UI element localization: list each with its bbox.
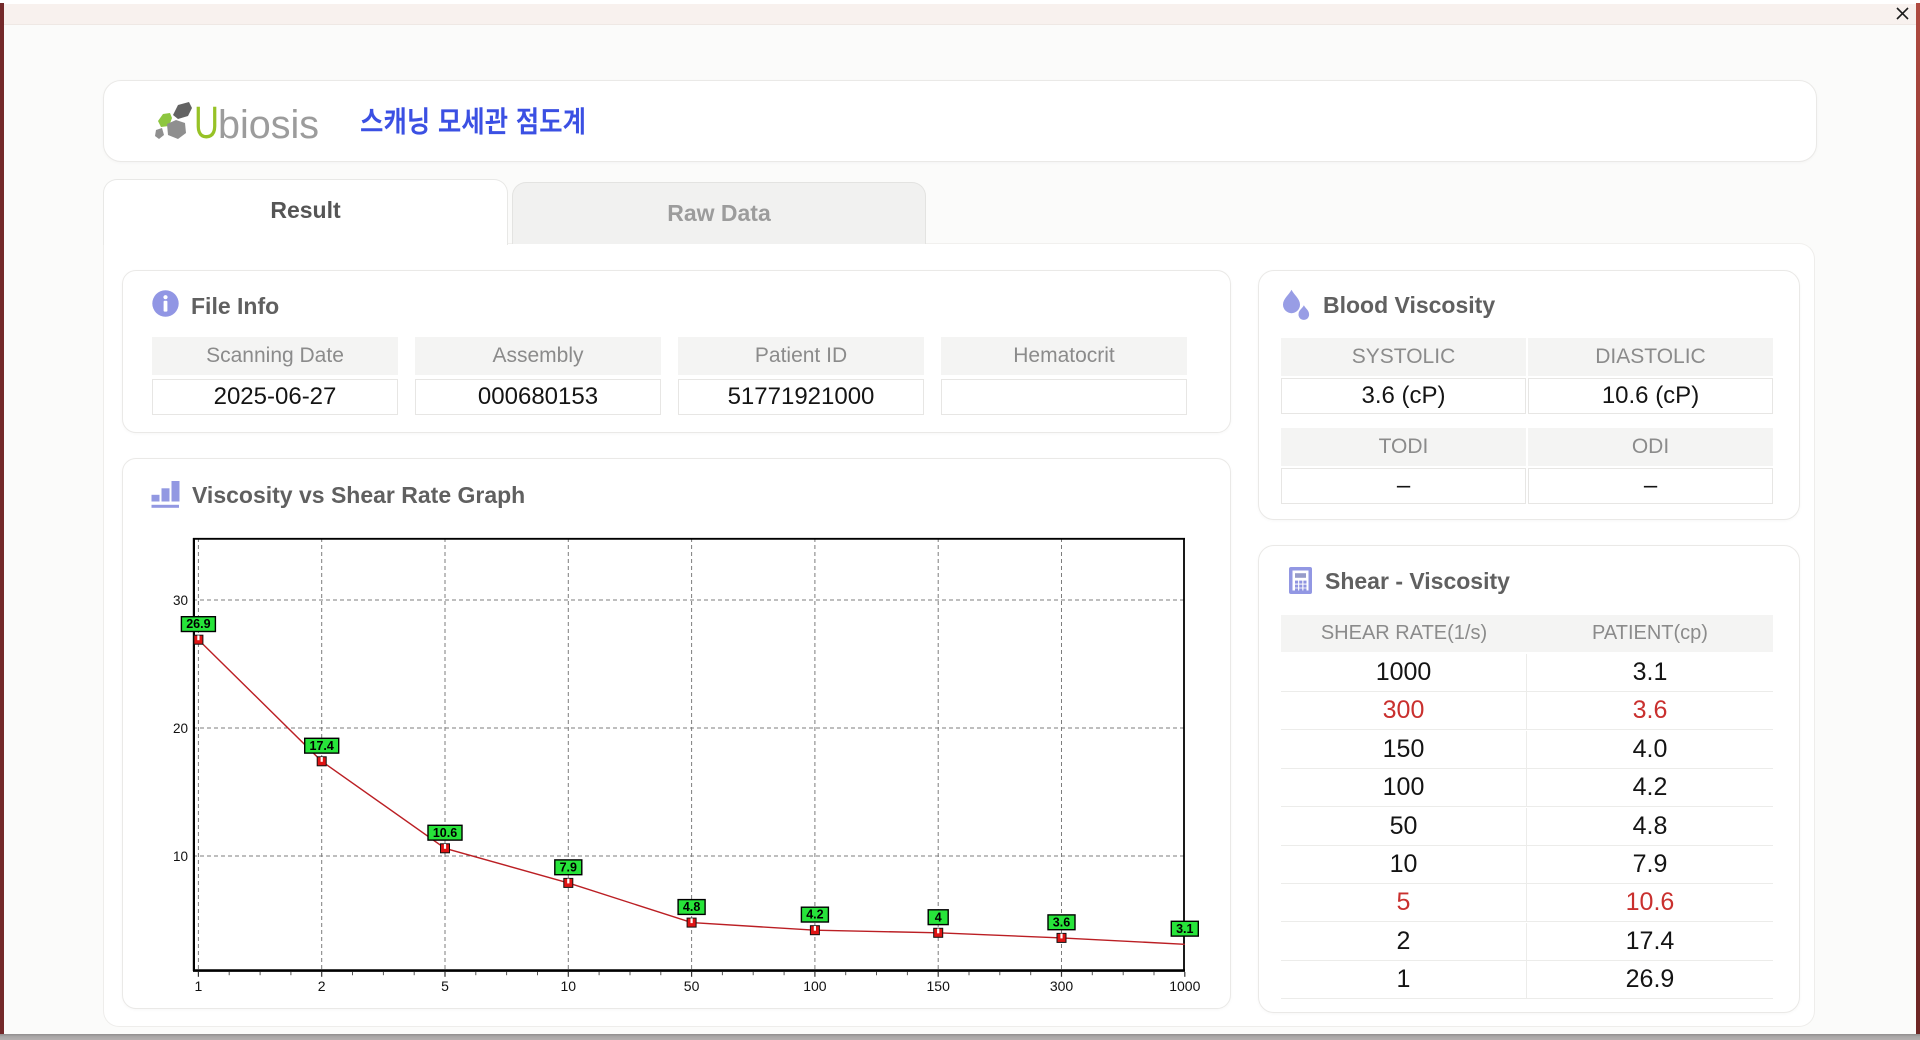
svg-text:5: 5 (441, 978, 449, 994)
svg-text:biosis: biosis (218, 103, 319, 147)
svg-text:4.2: 4.2 (806, 908, 823, 922)
svg-text:4.8: 4.8 (683, 900, 700, 914)
svg-text:1000: 1000 (1169, 978, 1200, 994)
svg-text:20: 20 (173, 721, 188, 736)
svg-text:300: 300 (1050, 978, 1074, 994)
svg-text:10: 10 (561, 978, 577, 994)
svg-text:26.9: 26.9 (186, 617, 210, 631)
svg-text:10: 10 (173, 849, 188, 864)
svg-text:50: 50 (684, 978, 700, 994)
svg-text:100: 100 (803, 978, 827, 994)
svg-text:7.9: 7.9 (560, 860, 577, 874)
svg-text:U: U (194, 99, 219, 147)
svg-text:2: 2 (318, 978, 326, 994)
svg-text:10.6: 10.6 (433, 826, 457, 840)
svg-text:3.6: 3.6 (1053, 915, 1070, 929)
svg-text:17.4: 17.4 (310, 739, 334, 753)
svg-text:1: 1 (195, 978, 203, 994)
svg-text:4: 4 (935, 910, 942, 924)
svg-text:30: 30 (173, 593, 188, 608)
svg-text:150: 150 (927, 978, 951, 994)
svg-text:3.1: 3.1 (1176, 922, 1193, 936)
